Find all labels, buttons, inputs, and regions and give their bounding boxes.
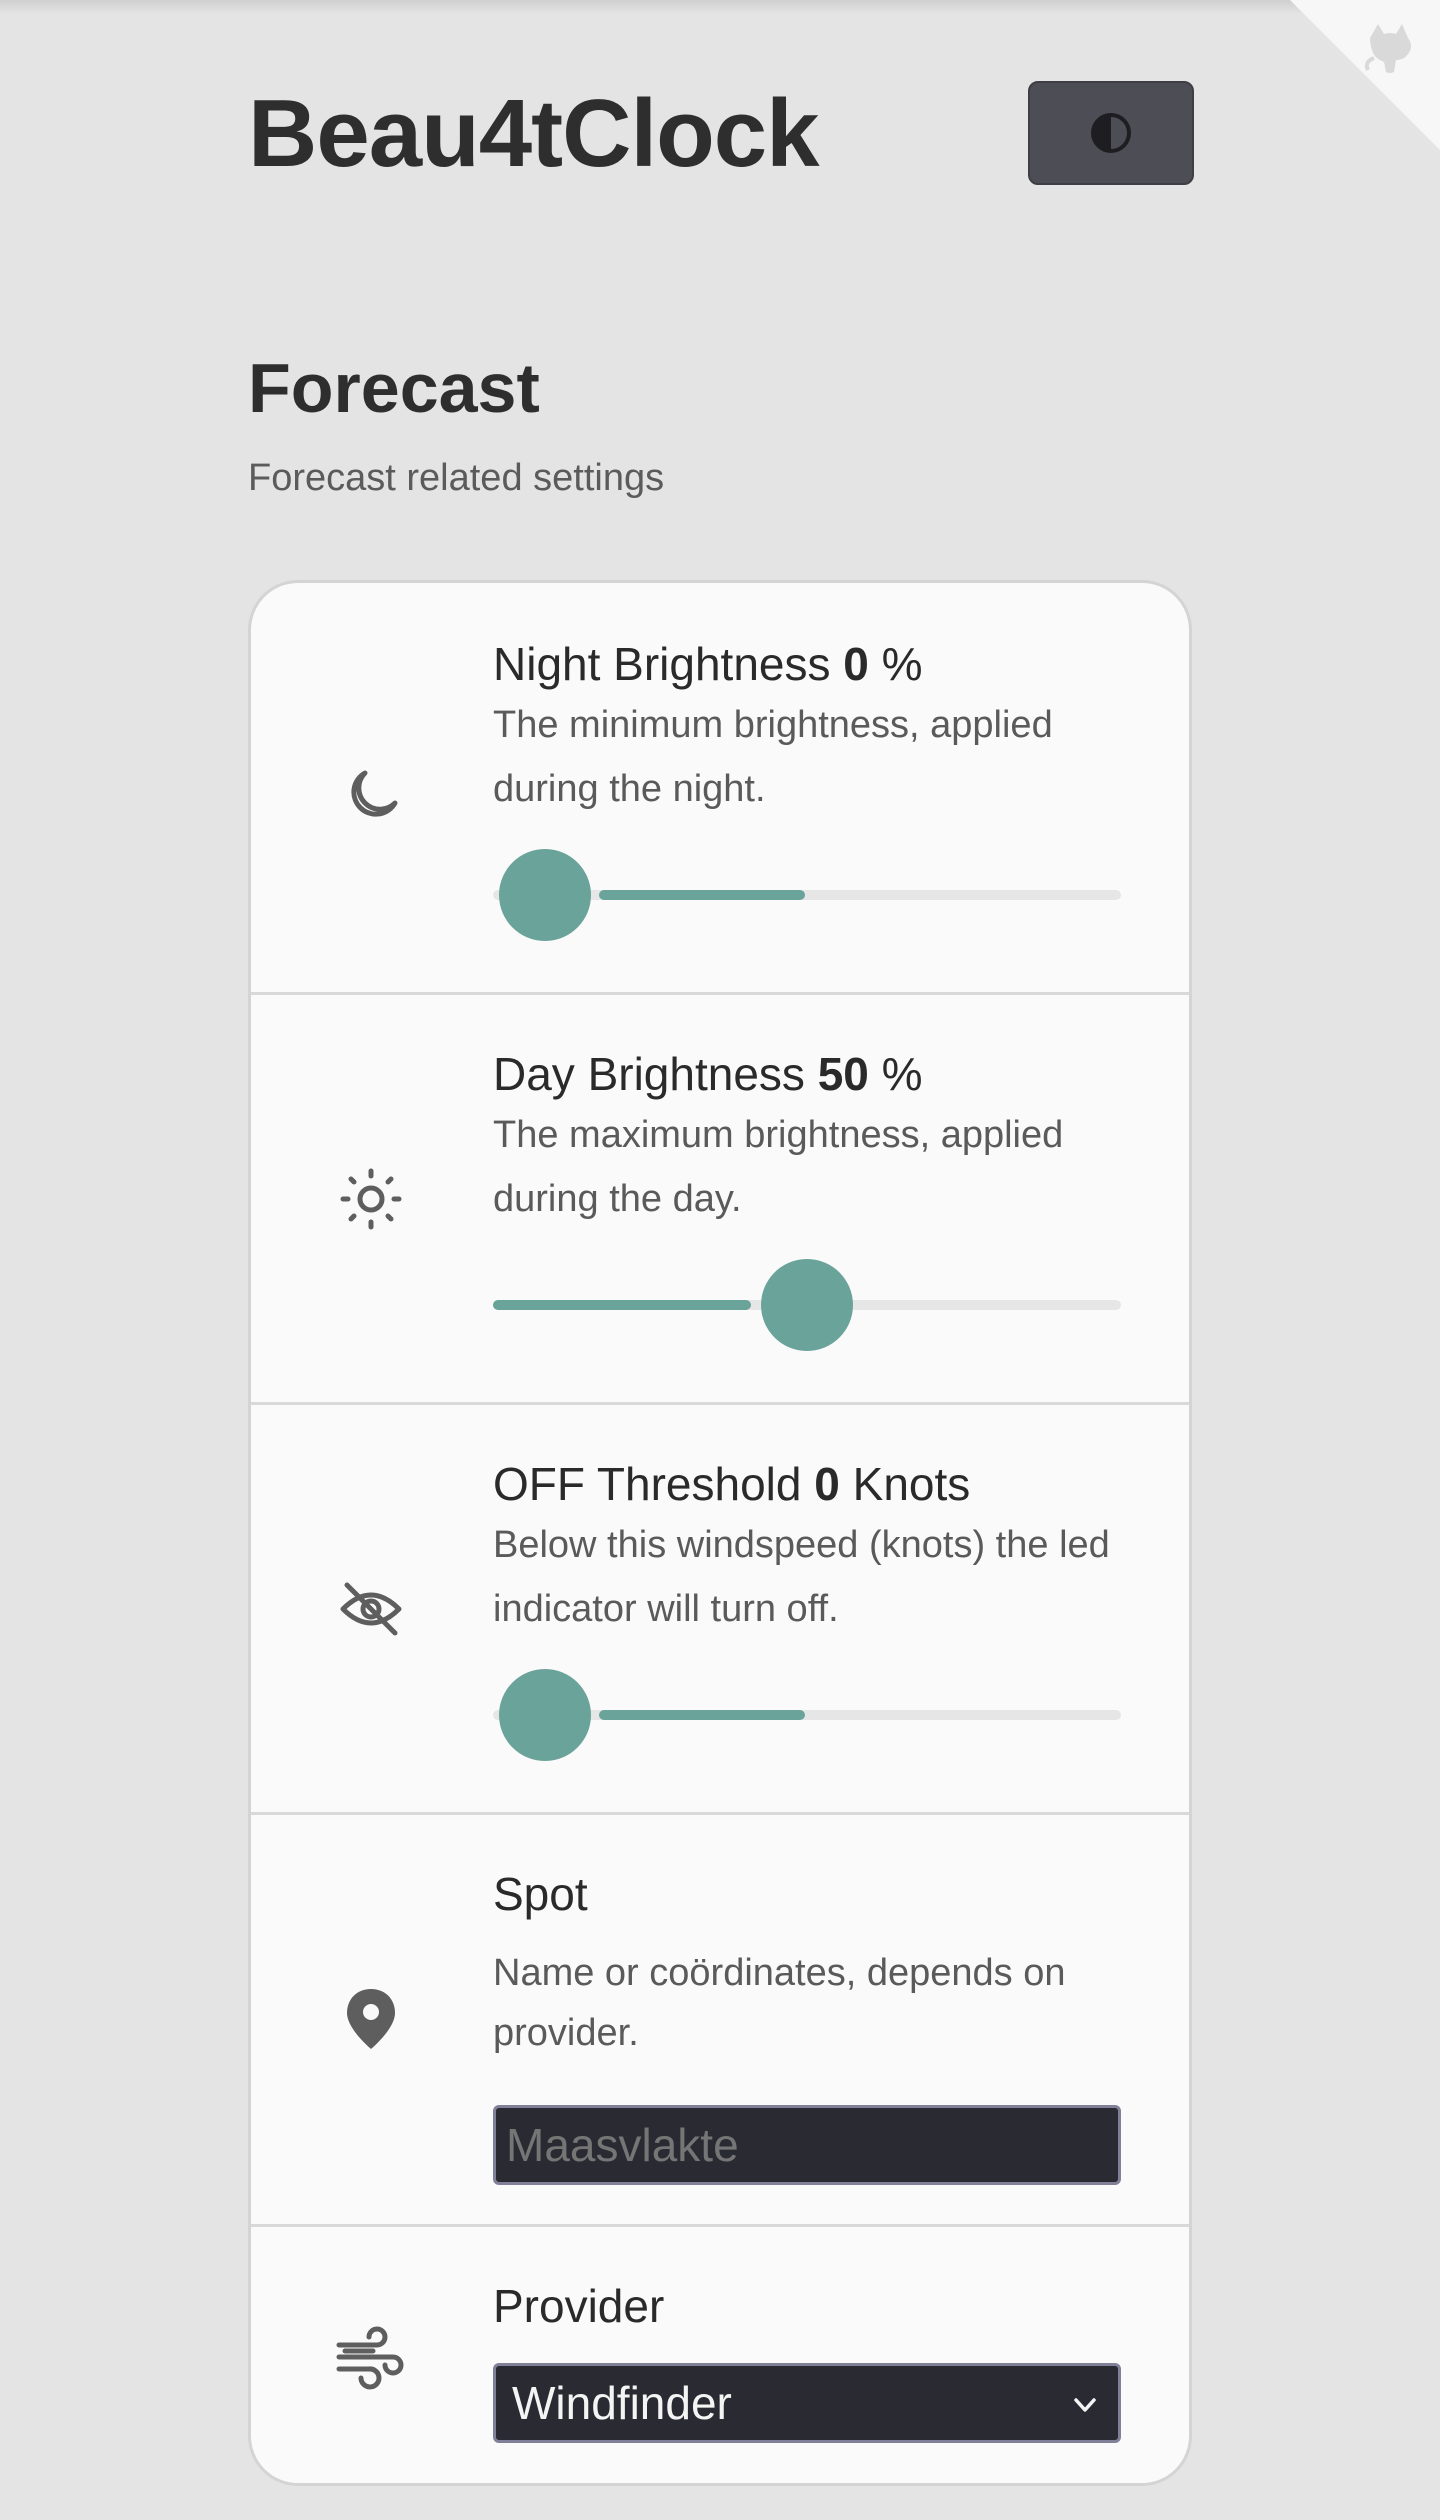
github-corner-link[interactable] (1290, 0, 1440, 150)
slider-fill (599, 1710, 805, 1720)
setting-day-brightness: Day Brightness 50 % The maximum brightne… (251, 995, 1189, 1405)
setting-label: OFF Threshold 0 Knots (493, 1458, 971, 1510)
setting-spot: Spot Name or coördinates, depends on pro… (251, 1815, 1189, 2227)
slider-fill (493, 1300, 751, 1310)
location-pin-icon (347, 1989, 395, 2049)
off-threshold-slider[interactable] (493, 1669, 1121, 1761)
eye-off-icon (340, 1582, 402, 1636)
setting-description: Name or coördinates, depends on provider… (493, 1952, 1066, 2054)
setting-description: The maximum brightness, applied during t… (493, 1114, 1064, 1220)
wind-icon (336, 2326, 404, 2390)
setting-body: Spot Name or coördinates, depends on pro… (493, 1865, 1121, 2063)
header: Beau4tClock (248, 78, 1194, 190)
slider-thumb[interactable] (499, 1669, 591, 1761)
setting-body: Day Brightness 50 % The maximum brightne… (493, 1045, 1121, 1231)
section-title: Forecast (248, 349, 540, 427)
spot-input[interactable] (493, 2105, 1121, 2185)
setting-label: Night Brightness 0 % (493, 638, 923, 690)
day-brightness-slider[interactable] (493, 1259, 1121, 1351)
setting-description: Below this windspeed (knots) the led ind… (493, 1524, 1110, 1630)
setting-body: OFF Threshold 0 Knots Below this windspe… (493, 1455, 1121, 1641)
app-title: Beau4tClock (248, 80, 820, 187)
setting-value: 0 (843, 638, 869, 690)
provider-select[interactable]: Windfinder (493, 2363, 1121, 2443)
setting-body: Night Brightness 0 % The minimum brightn… (493, 635, 1121, 821)
setting-label: Day Brightness 50 % (493, 1048, 923, 1100)
theme-toggle-button[interactable] (1028, 81, 1194, 185)
night-brightness-slider[interactable] (493, 849, 1121, 941)
contrast-icon (1091, 113, 1131, 153)
setting-value: 50 (817, 1048, 869, 1100)
setting-night-brightness: Night Brightness 0 % The minimum brightn… (251, 583, 1189, 995)
top-shadow (0, 0, 1440, 14)
setting-off-threshold: OFF Threshold 0 Knots Below this windspe… (251, 1405, 1189, 1815)
chevron-down-icon (1074, 2398, 1096, 2412)
slider-thumb[interactable] (499, 849, 591, 941)
setting-value: 0 (814, 1458, 840, 1510)
slider-fill (599, 890, 805, 900)
provider-selected-value: Windfinder (512, 2377, 732, 2429)
setting-body: Provider (493, 2277, 1121, 2335)
sun-icon (340, 1168, 402, 1230)
github-cat-icon (1364, 24, 1411, 73)
slider-thumb[interactable] (761, 1259, 853, 1351)
settings-card: Night Brightness 0 % The minimum brightn… (248, 580, 1192, 2486)
setting-label: Provider (493, 2280, 665, 2332)
setting-description: The minimum brightness, applied during t… (493, 704, 1053, 810)
setting-provider: Provider Windfinder (251, 2227, 1189, 2483)
moon-icon (351, 770, 398, 817)
setting-label: Spot (493, 1868, 588, 1920)
section-subtitle: Forecast related settings (248, 457, 665, 499)
